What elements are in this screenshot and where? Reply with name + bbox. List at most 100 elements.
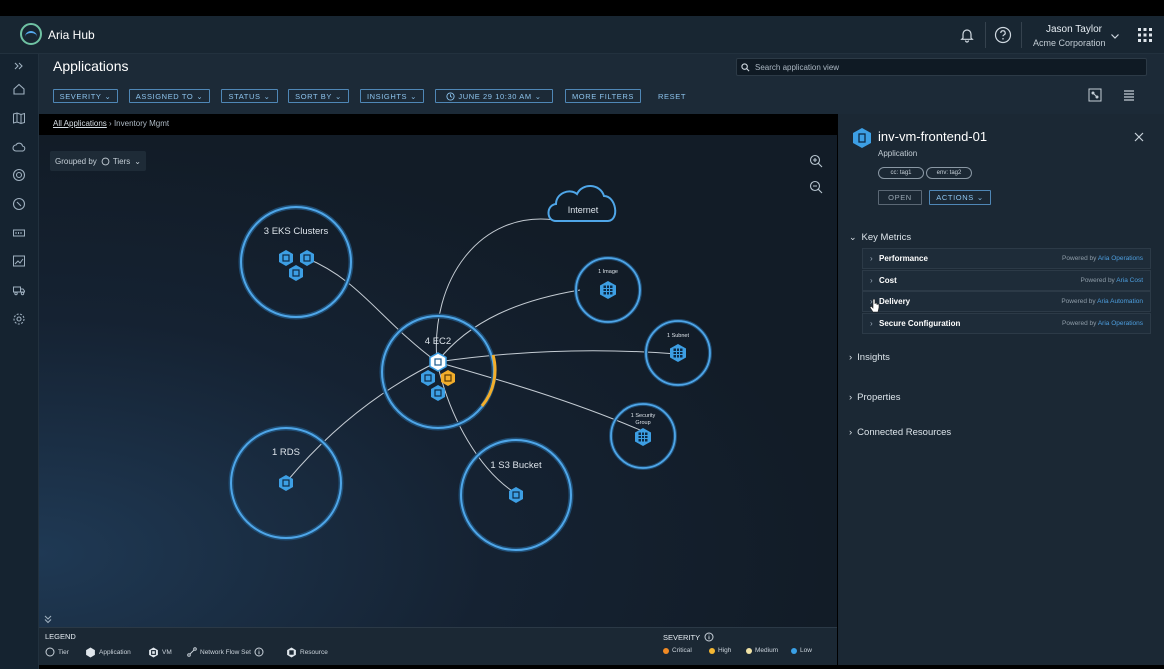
chevron-down-icon[interactable] (1104, 25, 1126, 47)
close-icon[interactable] (1134, 129, 1146, 142)
aria-logo-icon[interactable] (20, 23, 42, 45)
more-filters-button[interactable]: MORE FILTERS (565, 89, 641, 103)
topology-view-icon[interactable] (1088, 88, 1102, 102)
tag-chip[interactable]: cc: tag1 (878, 167, 924, 179)
filter-label: ASSIGNED TO (135, 91, 194, 101)
clock-icon (446, 91, 455, 101)
metric-label: Secure Configuration (879, 319, 961, 328)
actions-label: ACTIONS (936, 193, 974, 202)
grouped-by-dropdown[interactable]: Grouped by Tiers ⌄ (50, 151, 146, 171)
compass-icon[interactable] (11, 196, 27, 212)
truck-icon[interactable] (11, 282, 27, 298)
divider (1021, 22, 1022, 48)
left-nav (0, 54, 39, 669)
network-flow-icon (187, 647, 197, 657)
tag-chip[interactable]: env: tag2 (926, 167, 972, 179)
cloud-icon[interactable] (11, 139, 27, 155)
status-filter-button[interactable]: STATUS ⌄ (221, 89, 278, 103)
reset-button[interactable]: RESET (658, 92, 686, 101)
legend-label: Resource (300, 649, 328, 656)
home-icon[interactable] (11, 81, 27, 97)
severity-medium: Medium (746, 647, 778, 654)
filter-label: SORT BY (295, 91, 332, 101)
insights-section[interactable]: › Insights (849, 352, 890, 363)
powered-by-prefix: Powered by (1080, 277, 1115, 284)
severity-label: High (718, 647, 732, 654)
open-button[interactable]: OPEN (878, 190, 922, 205)
vm-icon (149, 647, 158, 658)
app-name[interactable]: Aria Hub (48, 28, 95, 42)
filter-label: INSIGHTS (366, 91, 408, 101)
metric-row-delivery[interactable]: › Delivery Powered by Aria Automation (862, 291, 1151, 312)
chevron-right-icon: › (849, 392, 853, 403)
powered-by-prefix: Powered by (1062, 320, 1097, 327)
user-name[interactable]: Jason Taylor (1046, 24, 1102, 35)
severity-title-label: SEVERITY (663, 632, 701, 642)
app-grid-icon[interactable] (1134, 24, 1156, 46)
legend-application: Application (85, 647, 131, 658)
filter-label: JUNE 29 10:30 AM (458, 91, 532, 101)
breadcrumb-current: Inventory Mgmt (113, 119, 170, 128)
chevron-right-icon: › (870, 276, 873, 285)
connected-resources-section[interactable]: › Connected Resources (849, 427, 951, 438)
key-metrics-section[interactable]: ⌄ Key Metrics (849, 232, 911, 243)
user-org[interactable]: Acme Corporation (1033, 38, 1106, 48)
powered-by-prefix: Powered by (1062, 255, 1097, 262)
powered-by-link[interactable]: Aria Operations (1098, 320, 1143, 327)
chevron-down-icon: ⌄ (849, 232, 857, 242)
severity-critical: Critical (663, 647, 692, 654)
severity-dot (791, 647, 797, 654)
info-icon[interactable] (704, 632, 714, 642)
legend-label: Application (99, 649, 131, 656)
target-icon[interactable] (11, 167, 27, 183)
ticket-icon[interactable] (11, 225, 27, 241)
metric-label: Cost (879, 276, 897, 285)
open-label: OPEN (888, 193, 912, 202)
mouse-pointer-icon (870, 299, 880, 313)
sort-by-filter-button[interactable]: SORT BY ⌄ (288, 89, 349, 103)
section-label: Connected Resources (857, 427, 952, 438)
legend-label: Tier (58, 648, 69, 656)
zoom-in-icon[interactable] (809, 154, 823, 168)
info-icon[interactable] (254, 647, 264, 657)
help-icon[interactable] (992, 24, 1014, 46)
map-icon[interactable] (11, 110, 27, 126)
application-hex-icon (853, 128, 871, 148)
page-title: Applications (53, 58, 129, 74)
topology-canvas[interactable] (39, 135, 837, 627)
severity-filter-button[interactable]: SEVERITY ⌄ (53, 89, 118, 103)
collapse-legend-icon[interactable] (42, 612, 56, 624)
breadcrumb-all-applications[interactable]: All Applications (53, 119, 107, 128)
metric-row-performance[interactable]: › Performance Powered by Aria Operations (862, 248, 1151, 269)
chart-icon[interactable] (11, 253, 27, 269)
legend-network-flow-set: Network Flow Set (187, 647, 264, 657)
powered-by-link[interactable]: Aria Automation (1097, 298, 1143, 305)
actions-button[interactable]: ACTIONS ⌄ (929, 190, 991, 205)
powered-by-link[interactable]: Aria Cost (1116, 277, 1143, 284)
metric-label: Delivery (879, 297, 911, 306)
search-input[interactable]: Search application view (736, 58, 1147, 76)
list-view-icon[interactable] (1122, 88, 1136, 102)
resource-icon (287, 647, 296, 658)
properties-section[interactable]: › Properties (849, 392, 900, 403)
date-filter-button[interactable]: JUNE 29 10:30 AM ⌄ (435, 89, 553, 103)
expand-nav-icon[interactable] (11, 58, 27, 74)
powered-by-prefix: Powered by (1061, 298, 1096, 305)
metric-row-secure-configuration[interactable]: › Secure Configuration Powered by Aria O… (862, 313, 1151, 334)
powered-by-link[interactable]: Aria Operations (1098, 255, 1143, 262)
chevron-down-icon: ⌄ (534, 91, 542, 101)
insights-filter-button[interactable]: INSIGHTS ⌄ (360, 89, 424, 103)
zoom-out-icon[interactable] (809, 180, 823, 194)
tier-icon (101, 157, 110, 165)
severity-low: Low (791, 647, 812, 654)
grouped-by-value: Tiers (112, 156, 131, 166)
assigned-to-filter-button[interactable]: ASSIGNED TO ⌄ (129, 89, 210, 103)
top-bar: Aria Hub Jason Taylor Acme Corporation (0, 16, 1164, 54)
severity-legend-title: SEVERITY (663, 632, 714, 642)
grouped-by-label: Grouped by (55, 156, 97, 166)
bell-icon[interactable] (956, 24, 978, 46)
metric-row-cost[interactable]: › Cost Powered by Aria Cost (862, 270, 1151, 291)
chevron-down-icon: ⌄ (263, 91, 271, 101)
settings-gear-icon[interactable] (11, 311, 27, 327)
legend-bar (39, 627, 837, 665)
